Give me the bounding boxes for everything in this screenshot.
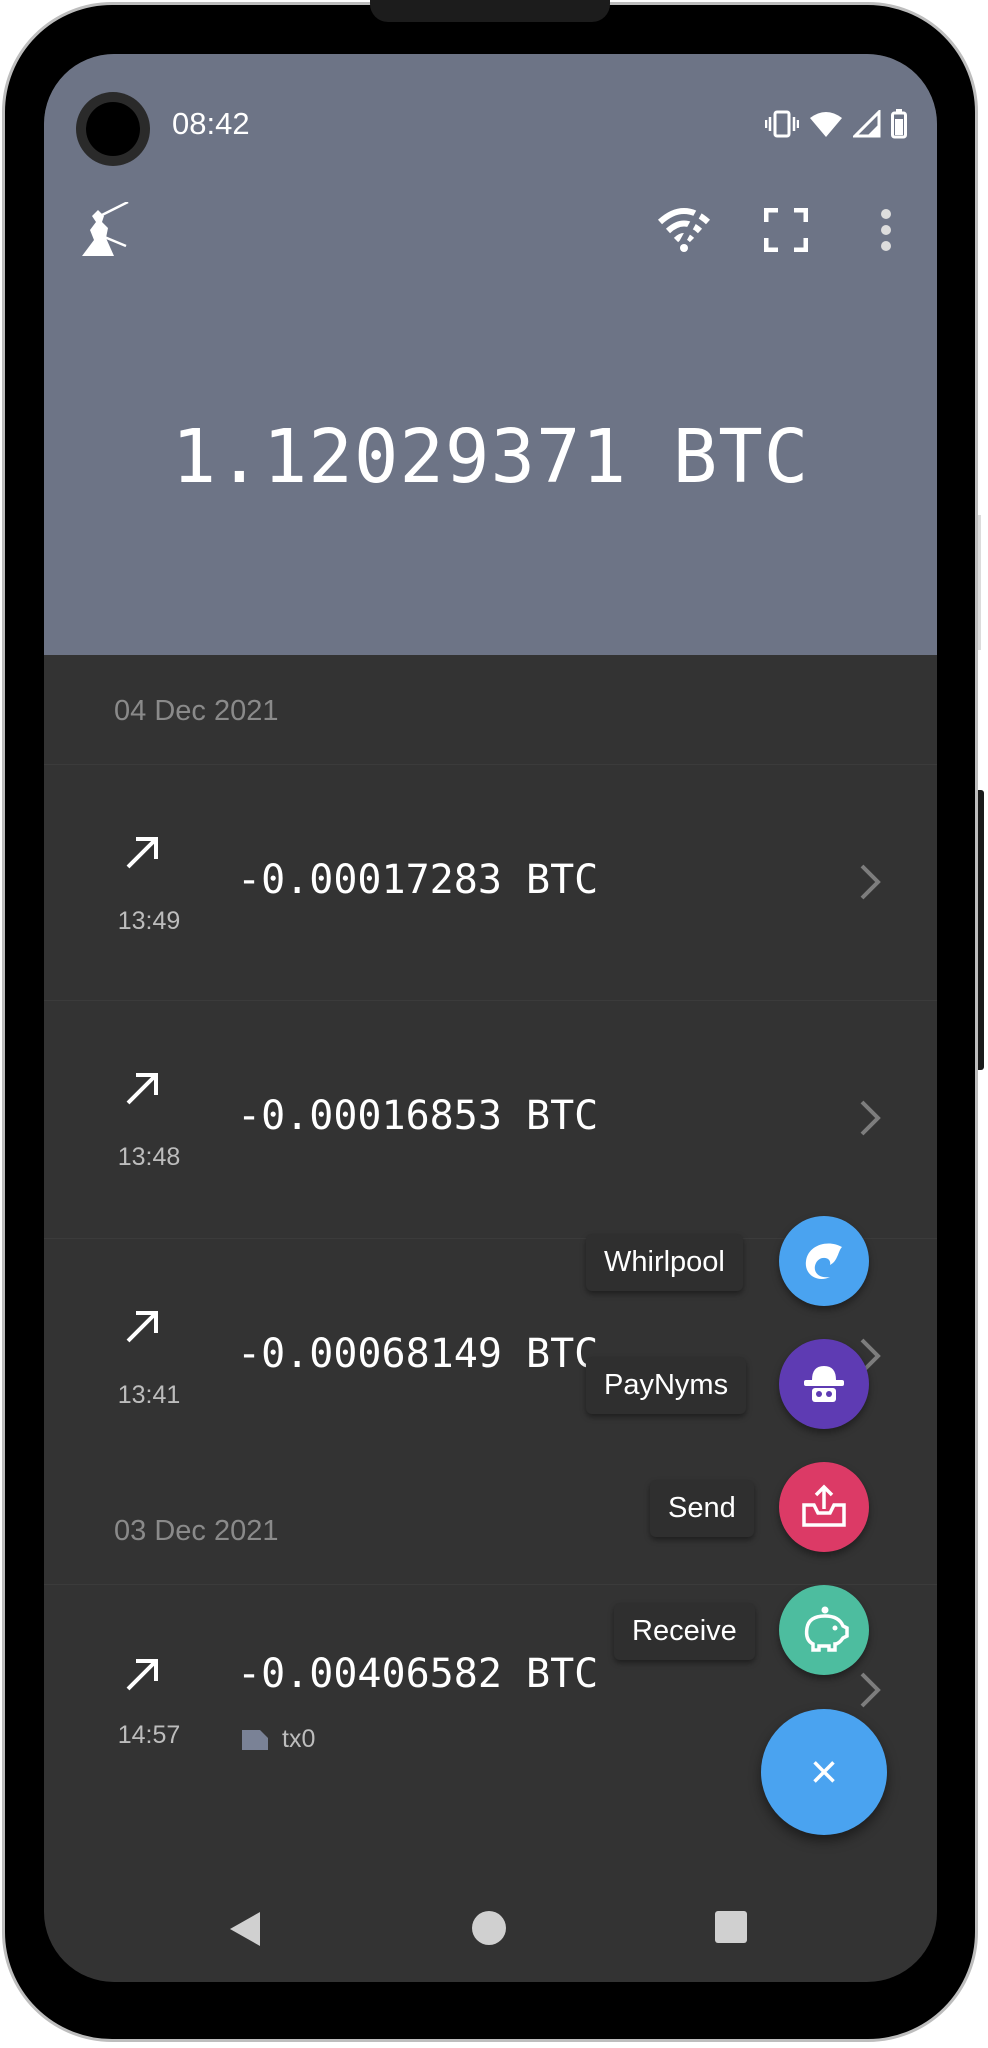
- status-icons: [765, 106, 907, 142]
- send-outbox-icon: [802, 1484, 846, 1527]
- app-screen: 08:42 1.12029371 BTC 04 Dec 2021 13:49 -…: [44, 54, 937, 1982]
- transaction-row[interactable]: 13:48 -0.00016853 BTC: [44, 1000, 937, 1237]
- transaction-time: 13:48: [117, 1143, 181, 1171]
- close-fab-button[interactable]: ×: [761, 1709, 887, 1835]
- chevron-right-icon: [860, 864, 881, 900]
- home-icon[interactable]: [471, 1910, 507, 1946]
- navigation-bar: [44, 1872, 937, 1982]
- chevron-right-icon: [860, 1672, 881, 1708]
- transaction-row[interactable]: 13:49 -0.00017283 BTC: [44, 764, 937, 1001]
- volume-button: [978, 515, 981, 650]
- paynyms-label[interactable]: PayNyms: [586, 1357, 747, 1414]
- transaction-amount: -0.00017283 BTC: [237, 857, 599, 903]
- front-camera: [76, 92, 150, 166]
- scan-qr-icon[interactable]: [764, 208, 808, 252]
- transaction-time: 13:49: [117, 907, 181, 935]
- back-icon[interactable]: [228, 1910, 262, 1948]
- paynyms-button[interactable]: [779, 1339, 869, 1429]
- transaction-amount: -0.00068149 BTC: [237, 1331, 599, 1377]
- outgoing-arrow-icon: [126, 837, 158, 869]
- tag-label: tx0: [282, 1725, 316, 1753]
- whirlpool-icon: [805, 1243, 842, 1280]
- speaker-notch: [370, 0, 610, 22]
- wallet-header: 08:42 1.12029371 BTC: [44, 54, 937, 655]
- transaction-amount: -0.00406582 BTC: [237, 1651, 599, 1697]
- outgoing-arrow-icon: [126, 1311, 158, 1343]
- date-header: 04 Dec 2021: [114, 695, 279, 727]
- vibrate-icon: [765, 110, 799, 138]
- chevron-right-icon: [860, 1100, 881, 1136]
- close-icon: ×: [809, 1745, 839, 1799]
- status-time: 08:42: [172, 106, 250, 141]
- transaction-time: 13:41: [117, 1381, 181, 1409]
- status-bar: 08:42: [44, 54, 937, 166]
- transaction-tag: tx0: [240, 1725, 315, 1754]
- paynym-robot-icon: [804, 1366, 844, 1402]
- cell-signal-icon: [853, 110, 881, 138]
- send-button[interactable]: [779, 1462, 869, 1552]
- battery-icon: [891, 109, 907, 139]
- send-label[interactable]: Send: [650, 1480, 754, 1537]
- whirlpool-button[interactable]: [779, 1216, 869, 1306]
- outgoing-arrow-icon: [126, 1659, 158, 1691]
- transaction-time: 14:57: [117, 1721, 181, 1749]
- date-header: 03 Dec 2021: [114, 1515, 279, 1547]
- wallet-balance[interactable]: 1.12029371 BTC: [44, 414, 937, 500]
- piggy-bank-icon: [804, 1606, 849, 1652]
- power-button: [978, 790, 984, 1070]
- wifi-icon: [810, 112, 842, 137]
- transaction-amount: -0.00016853 BTC: [237, 1093, 599, 1139]
- recents-icon[interactable]: [714, 1910, 748, 1944]
- samurai-logo-icon[interactable]: [76, 202, 132, 258]
- whirlpool-label[interactable]: Whirlpool: [586, 1234, 743, 1291]
- outgoing-arrow-icon: [126, 1073, 158, 1105]
- overflow-menu-icon[interactable]: [879, 208, 893, 252]
- network-status-icon[interactable]: [656, 204, 712, 254]
- receive-button[interactable]: [779, 1585, 869, 1675]
- receive-label[interactable]: Receive: [614, 1603, 755, 1660]
- label-icon: [242, 1729, 268, 1750]
